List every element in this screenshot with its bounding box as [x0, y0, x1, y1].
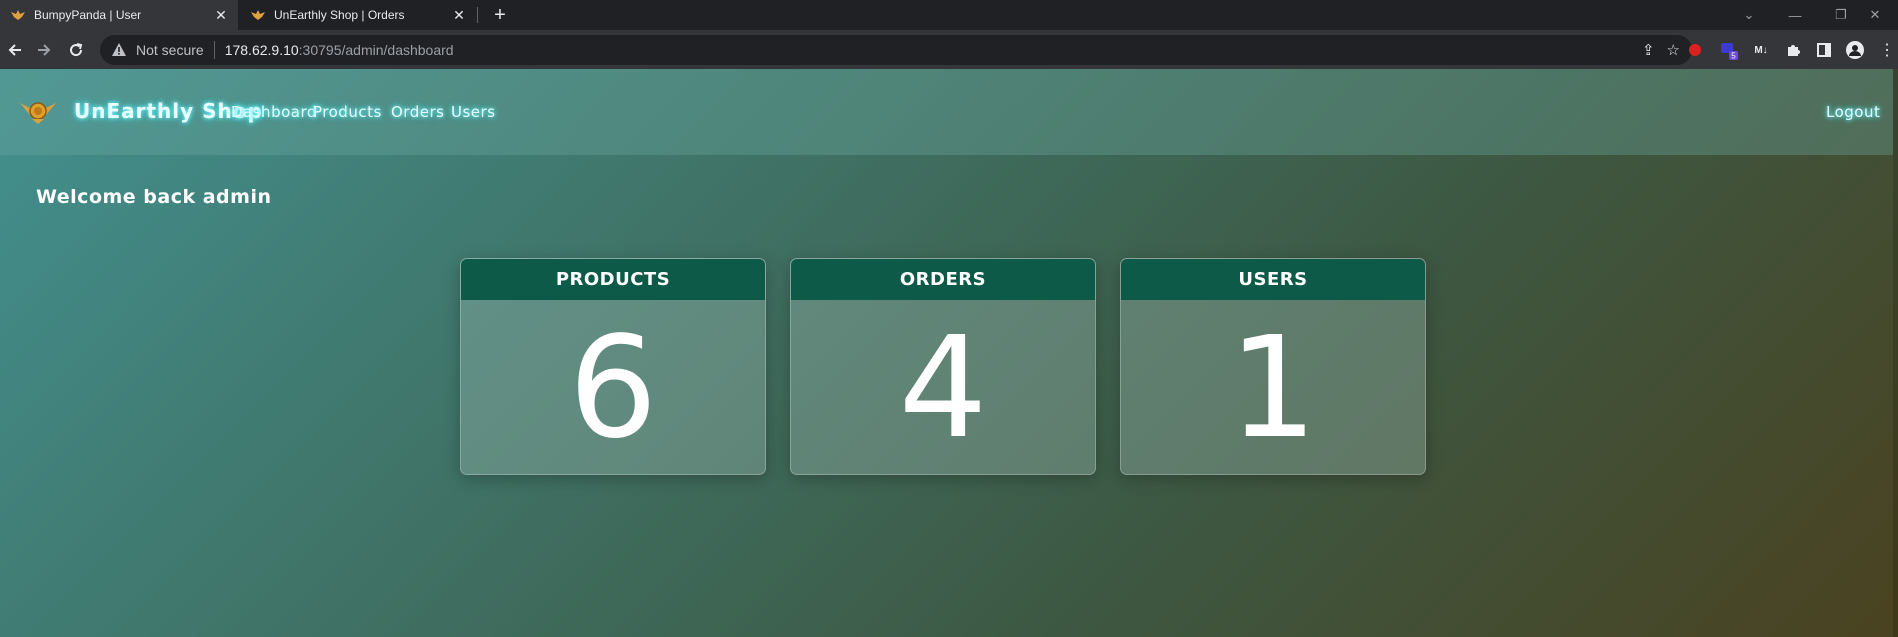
users-count-card[interactable]: USERS 1	[1120, 258, 1426, 475]
card-count: 1	[1228, 306, 1318, 470]
shop-favicon-icon	[250, 7, 266, 23]
address-bar[interactable]: Not secure 178.62.9.10 :30795/admin/dash…	[100, 35, 1692, 65]
profile-avatar-icon[interactable]	[1844, 39, 1866, 61]
shop-favicon-icon	[10, 7, 26, 23]
purple-extension-icon[interactable]: 5	[1718, 39, 1740, 61]
url-host: 178.62.9.10	[224, 42, 299, 58]
products-count-card[interactable]: PRODUCTS 6	[460, 258, 766, 475]
address-divider	[213, 41, 215, 59]
site-navbar: UnEarthly Shop Dashboard Products Orders…	[0, 69, 1893, 155]
browser-toolbar: Not secure 178.62.9.10 :30795/admin/dash…	[0, 30, 1898, 69]
tab-close-icon[interactable]: ✕	[448, 4, 470, 26]
markdown-extension-icon[interactable]: M↓	[1750, 39, 1772, 61]
tab-unearthly-shop-orders[interactable]: UnEarthly Shop | Orders ✕	[240, 0, 476, 30]
tab-search-chevron-icon[interactable]: ⌄	[1726, 0, 1772, 30]
card-count: 4	[898, 306, 988, 470]
address-bar-actions: ⇪ ☆	[1642, 41, 1680, 59]
extensions-puzzle-icon[interactable]	[1782, 39, 1804, 61]
card-count: 6	[568, 306, 658, 470]
window-close-icon[interactable]: ✕	[1852, 0, 1898, 30]
welcome-message: Welcome back admin	[36, 186, 272, 208]
side-panel-icon[interactable]	[1813, 39, 1835, 61]
menu-kebab-icon[interactable]: ⋮	[1876, 39, 1898, 61]
minimize-icon[interactable]: —	[1772, 0, 1818, 30]
back-arrow-icon[interactable]	[2, 37, 28, 63]
forward-arrow-icon[interactable]	[31, 37, 57, 63]
page-viewport: UnEarthly Shop Dashboard Products Orders…	[0, 69, 1898, 637]
tab-bumpypanda-user[interactable]: BumpyPanda | User ✕	[0, 0, 238, 30]
tab-title: UnEarthly Shop | Orders	[274, 8, 405, 22]
not-secure-label: Not secure	[136, 42, 204, 58]
page-scrollbar[interactable]	[1893, 69, 1898, 637]
share-icon[interactable]: ⇪	[1642, 41, 1655, 59]
new-tab-plus-icon[interactable]: +	[488, 3, 512, 27]
tab-strip: BumpyPanda | User ✕ UnEarthly Shop | Ord…	[0, 0, 1898, 30]
nav-link-orders[interactable]: Orders	[391, 103, 444, 121]
not-secure-warning-icon[interactable]	[110, 41, 128, 59]
card-title: ORDERS	[791, 259, 1095, 300]
tab-title: BumpyPanda | User	[34, 8, 142, 22]
reload-icon[interactable]	[63, 37, 89, 63]
tab-separator	[477, 7, 478, 23]
nav-link-dashboard[interactable]: Dashboard	[231, 103, 317, 121]
nav-link-products[interactable]: Products	[313, 103, 382, 121]
shop-logo-icon[interactable]	[18, 97, 58, 125]
svg-text:5: 5	[1731, 52, 1736, 61]
bookmark-star-icon[interactable]: ☆	[1667, 41, 1680, 59]
red-extension-icon[interactable]	[1684, 39, 1706, 61]
card-title: USERS	[1121, 259, 1425, 300]
orders-count-card[interactable]: ORDERS 4	[790, 258, 1096, 475]
url-path: :30795/admin/dashboard	[298, 42, 454, 58]
tab-close-icon[interactable]: ✕	[210, 4, 232, 26]
nav-link-users[interactable]: Users	[451, 103, 496, 121]
logout-link[interactable]: Logout	[1826, 103, 1880, 121]
card-title: PRODUCTS	[461, 259, 765, 300]
